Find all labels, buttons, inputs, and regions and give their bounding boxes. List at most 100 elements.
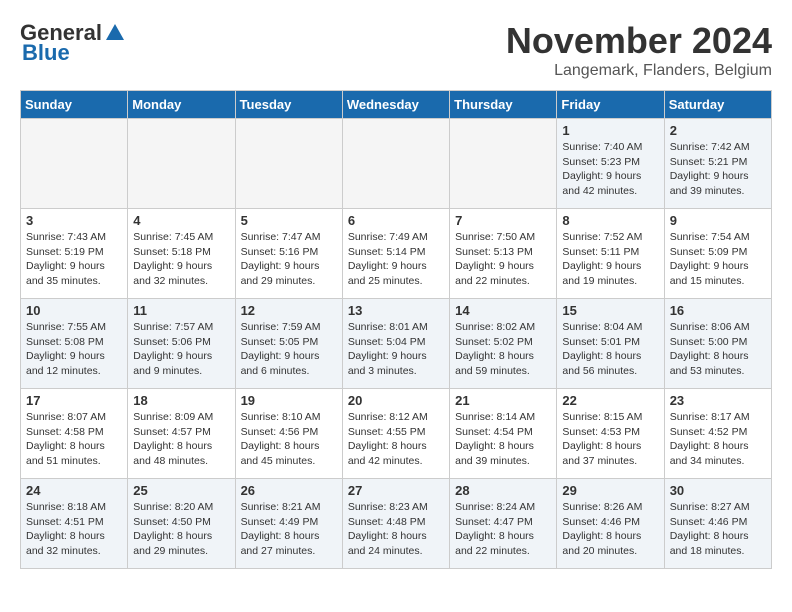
weekday-header: Tuesday: [235, 91, 342, 119]
day-info: Sunrise: 8:18 AM Sunset: 4:51 PM Dayligh…: [26, 500, 122, 559]
day-number: 23: [670, 393, 766, 408]
day-info: Sunrise: 8:20 AM Sunset: 4:50 PM Dayligh…: [133, 500, 229, 559]
day-info: Sunrise: 8:10 AM Sunset: 4:56 PM Dayligh…: [241, 410, 337, 469]
calendar-week-row: 1 Sunrise: 7:40 AM Sunset: 5:23 PM Daylig…: [21, 119, 772, 209]
day-number: 7: [455, 213, 551, 228]
calendar-cell: 9 Sunrise: 7:54 AM Sunset: 5:09 PM Daylig…: [664, 209, 771, 299]
month-title: November 2024: [506, 20, 772, 62]
day-info: Sunrise: 8:15 AM Sunset: 4:53 PM Dayligh…: [562, 410, 658, 469]
day-number: 24: [26, 483, 122, 498]
day-number: 17: [26, 393, 122, 408]
weekday-header-row: SundayMondayTuesdayWednesdayThursdayFrid…: [21, 91, 772, 119]
day-number: 12: [241, 303, 337, 318]
day-number: 10: [26, 303, 122, 318]
calendar-cell: 1 Sunrise: 7:40 AM Sunset: 5:23 PM Daylig…: [557, 119, 664, 209]
calendar-week-row: 10 Sunrise: 7:55 AM Sunset: 5:08 PM Dayli…: [21, 299, 772, 389]
weekday-header: Saturday: [664, 91, 771, 119]
calendar-cell: 17Sunrise: 8:07 AM Sunset: 4:58 PM Dayli…: [21, 389, 128, 479]
day-number: 3: [26, 213, 122, 228]
day-number: 1: [562, 123, 658, 138]
day-number: 6: [348, 213, 444, 228]
day-info: Sunrise: 7:47 AM Sunset: 5:16 PM Dayligh…: [241, 230, 337, 289]
day-info: Sunrise: 8:14 AM Sunset: 4:54 PM Dayligh…: [455, 410, 551, 469]
calendar-week-row: 3 Sunrise: 7:43 AM Sunset: 5:19 PM Daylig…: [21, 209, 772, 299]
calendar-cell: 25 Sunrise: 8:20 AM Sunset: 4:50 PM Dayli…: [128, 479, 235, 569]
calendar-cell: 28 Sunrise: 8:24 AM Sunset: 4:47 PM Dayli…: [450, 479, 557, 569]
calendar-cell: 29Sunrise: 8:26 AM Sunset: 4:46 PM Dayli…: [557, 479, 664, 569]
weekday-header: Wednesday: [342, 91, 449, 119]
calendar-cell: 11 Sunrise: 7:57 AM Sunset: 5:06 PM Dayli…: [128, 299, 235, 389]
calendar-cell: 7 Sunrise: 7:50 AM Sunset: 5:13 PM Daylig…: [450, 209, 557, 299]
day-number: 18: [133, 393, 229, 408]
calendar-week-row: 24 Sunrise: 8:18 AM Sunset: 4:51 PM Dayli…: [21, 479, 772, 569]
day-number: 25: [133, 483, 229, 498]
day-number: 29: [562, 483, 658, 498]
calendar-cell: 16 Sunrise: 8:06 AM Sunset: 5:00 PM Dayli…: [664, 299, 771, 389]
day-info: Sunrise: 8:21 AM Sunset: 4:49 PM Dayligh…: [241, 500, 337, 559]
day-number: 11: [133, 303, 229, 318]
day-number: 30: [670, 483, 766, 498]
weekday-header: Monday: [128, 91, 235, 119]
logo: General Blue: [20, 20, 126, 66]
calendar-cell: 22 Sunrise: 8:15 AM Sunset: 4:53 PM Dayli…: [557, 389, 664, 479]
day-number: 15: [562, 303, 658, 318]
day-info: Sunrise: 8:01 AM Sunset: 5:04 PM Dayligh…: [348, 320, 444, 379]
calendar-cell: 20 Sunrise: 8:12 AM Sunset: 4:55 PM Dayli…: [342, 389, 449, 479]
weekday-header: Thursday: [450, 91, 557, 119]
day-number: 26: [241, 483, 337, 498]
calendar-cell: 21 Sunrise: 8:14 AM Sunset: 4:54 PM Dayli…: [450, 389, 557, 479]
day-info: Sunrise: 8:23 AM Sunset: 4:48 PM Dayligh…: [348, 500, 444, 559]
day-number: 8: [562, 213, 658, 228]
logo-blue: Blue: [22, 40, 70, 66]
header: General Blue November 2024 Langemark, Fl…: [20, 20, 772, 80]
day-info: Sunrise: 7:50 AM Sunset: 5:13 PM Dayligh…: [455, 230, 551, 289]
day-info: Sunrise: 8:24 AM Sunset: 4:47 PM Dayligh…: [455, 500, 551, 559]
calendar-cell: 14 Sunrise: 8:02 AM Sunset: 5:02 PM Dayli…: [450, 299, 557, 389]
day-info: Sunrise: 8:02 AM Sunset: 5:02 PM Dayligh…: [455, 320, 551, 379]
day-info: Sunrise: 7:55 AM Sunset: 5:08 PM Dayligh…: [26, 320, 122, 379]
calendar-cell: 12 Sunrise: 7:59 AM Sunset: 5:05 PM Dayli…: [235, 299, 342, 389]
day-info: Sunrise: 7:52 AM Sunset: 5:11 PM Dayligh…: [562, 230, 658, 289]
calendar-cell: 13 Sunrise: 8:01 AM Sunset: 5:04 PM Dayli…: [342, 299, 449, 389]
day-number: 13: [348, 303, 444, 318]
day-info: Sunrise: 8:09 AM Sunset: 4:57 PM Dayligh…: [133, 410, 229, 469]
day-info: Sunrise: 8:12 AM Sunset: 4:55 PM Dayligh…: [348, 410, 444, 469]
day-info: Sunrise: 7:54 AM Sunset: 5:09 PM Dayligh…: [670, 230, 766, 289]
calendar-cell: 6 Sunrise: 7:49 AM Sunset: 5:14 PM Daylig…: [342, 209, 449, 299]
calendar-cell: 2Sunrise: 7:42 AM Sunset: 5:21 PM Daylig…: [664, 119, 771, 209]
calendar-cell: 15 Sunrise: 8:04 AM Sunset: 5:01 PM Dayli…: [557, 299, 664, 389]
day-number: 21: [455, 393, 551, 408]
calendar-table: SundayMondayTuesdayWednesdayThursdayFrid…: [20, 90, 772, 569]
day-number: 9: [670, 213, 766, 228]
location-title: Langemark, Flanders, Belgium: [506, 62, 772, 80]
day-number: 27: [348, 483, 444, 498]
day-info: Sunrise: 7:57 AM Sunset: 5:06 PM Dayligh…: [133, 320, 229, 379]
day-number: 22: [562, 393, 658, 408]
calendar-cell: [235, 119, 342, 209]
day-number: 28: [455, 483, 551, 498]
weekday-header: Friday: [557, 91, 664, 119]
day-number: 16: [670, 303, 766, 318]
calendar-cell: 26 Sunrise: 8:21 AM Sunset: 4:49 PM Dayli…: [235, 479, 342, 569]
calendar-cell: 5Sunrise: 7:47 AM Sunset: 5:16 PM Daylig…: [235, 209, 342, 299]
day-info: Sunrise: 7:43 AM Sunset: 5:19 PM Dayligh…: [26, 230, 122, 289]
weekday-header: Sunday: [21, 91, 128, 119]
day-number: 14: [455, 303, 551, 318]
calendar-cell: 23Sunrise: 8:17 AM Sunset: 4:52 PM Dayli…: [664, 389, 771, 479]
day-info: Sunrise: 7:40 AM Sunset: 5:23 PM Dayligh…: [562, 140, 658, 199]
calendar-cell: 18 Sunrise: 8:09 AM Sunset: 4:57 PM Dayli…: [128, 389, 235, 479]
day-info: Sunrise: 7:49 AM Sunset: 5:14 PM Dayligh…: [348, 230, 444, 289]
calendar-cell: [128, 119, 235, 209]
day-number: 4: [133, 213, 229, 228]
calendar-cell: 27 Sunrise: 8:23 AM Sunset: 4:48 PM Dayli…: [342, 479, 449, 569]
calendar-cell: 8 Sunrise: 7:52 AM Sunset: 5:11 PM Daylig…: [557, 209, 664, 299]
day-info: Sunrise: 7:59 AM Sunset: 5:05 PM Dayligh…: [241, 320, 337, 379]
calendar-cell: [342, 119, 449, 209]
day-info: Sunrise: 8:04 AM Sunset: 5:01 PM Dayligh…: [562, 320, 658, 379]
calendar-cell: 19Sunrise: 8:10 AM Sunset: 4:56 PM Dayli…: [235, 389, 342, 479]
day-number: 20: [348, 393, 444, 408]
calendar-cell: 3 Sunrise: 7:43 AM Sunset: 5:19 PM Daylig…: [21, 209, 128, 299]
calendar-cell: 10 Sunrise: 7:55 AM Sunset: 5:08 PM Dayli…: [21, 299, 128, 389]
day-info: Sunrise: 8:06 AM Sunset: 5:00 PM Dayligh…: [670, 320, 766, 379]
logo-icon: [104, 22, 126, 44]
